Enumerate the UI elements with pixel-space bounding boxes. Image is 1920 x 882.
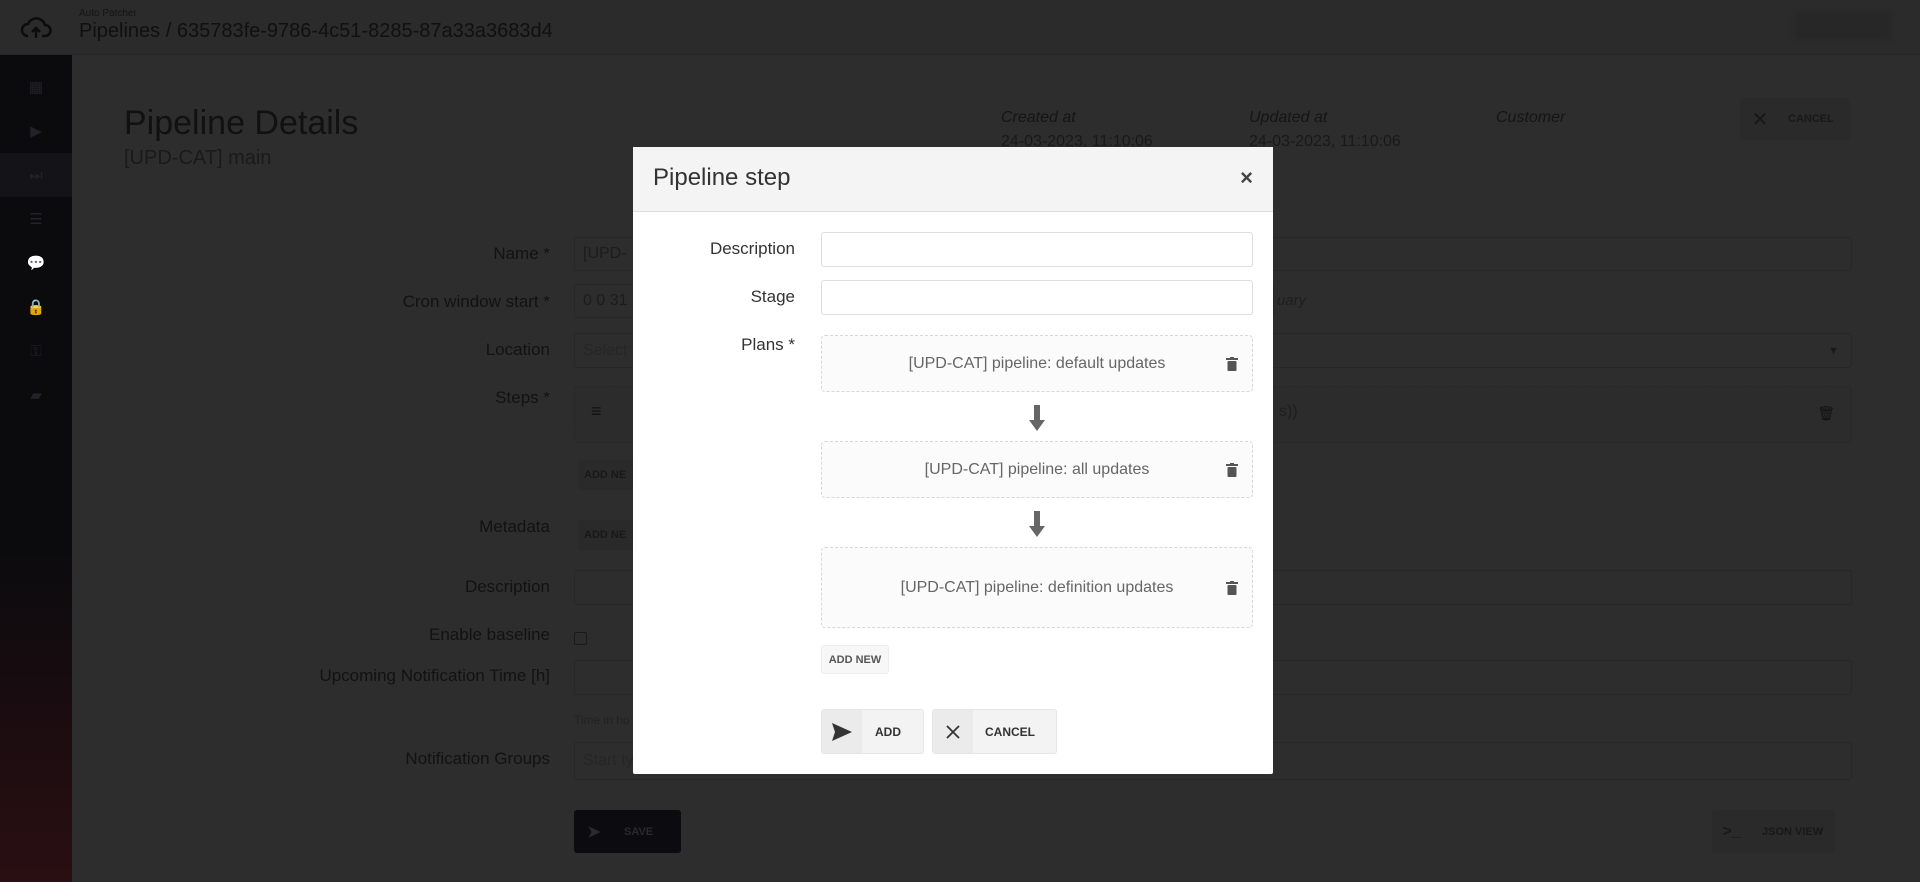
stage-input[interactable] (821, 280, 1253, 315)
json-view-button[interactable]: >_ JSON VIEW (1712, 810, 1835, 853)
cloud-upload-icon[interactable] (20, 14, 52, 40)
stage-label: Stage (750, 287, 795, 306)
sidebar-item-key[interactable]: ⚿ (0, 329, 72, 373)
steps-label: Steps * (495, 388, 550, 407)
groups-label: Notification Groups (405, 749, 550, 768)
baseline-checkbox[interactable] (574, 632, 587, 645)
updated-at-label: Updated at (1249, 109, 1328, 126)
page-subtitle: [UPD-CAT] main (124, 147, 272, 169)
user-menu-button[interactable] (1795, 12, 1890, 40)
json-view-label: JSON VIEW (1762, 825, 1824, 838)
plan-item[interactable]: [UPD-CAT] pipeline: all updates (821, 441, 1253, 498)
calendar-icon: ▦ (28, 79, 44, 96)
plans-label: Plans * (741, 335, 795, 354)
page-cancel-button[interactable]: ✕ CANCEL (1740, 98, 1850, 140)
created-at-label: Created at (1001, 109, 1076, 126)
upcoming-label: Upcoming Notification Time [h] (319, 666, 550, 685)
pipeline-step-modal: Pipeline step × Description Stage Plans … (633, 147, 1273, 774)
location-label: Location (485, 340, 550, 359)
step-forward-icon: ⏭ (29, 166, 43, 184)
arrow-down-icon (1029, 405, 1045, 431)
terminal-icon: >_ (1722, 822, 1742, 841)
book-icon: ▰ (30, 387, 42, 404)
drag-handle-icon[interactable]: ≡ (591, 401, 602, 422)
app-name: Auto Patcher (79, 8, 137, 19)
key-icon: ⚿ (30, 342, 42, 360)
plan-name: [UPD-CAT] pipeline: definition updates (900, 578, 1174, 596)
lock-icon: 🔒 (26, 299, 46, 316)
list-icon: ☰ (29, 211, 43, 228)
sidebar-item-lock[interactable]: 🔒 (0, 285, 72, 329)
play-icon: ▶ (30, 123, 42, 140)
arrow-down-icon (1029, 511, 1045, 537)
cancel-button[interactable]: CANCEL (932, 709, 1057, 754)
customer-label: Customer (1496, 109, 1566, 126)
add-new-plan-button[interactable]: ADD NEW (821, 645, 889, 674)
trash-icon[interactable] (1226, 580, 1238, 595)
sidebar-item-list[interactable]: ☰ (0, 197, 72, 241)
sidebar-item-calendar[interactable]: ▦ (0, 65, 72, 109)
trash-icon[interactable]: 🗑 (1817, 405, 1835, 422)
sidebar-item-pipelines[interactable]: ⏭ (0, 153, 72, 197)
plan-item[interactable]: [UPD-CAT] pipeline: definition updates (821, 547, 1253, 628)
save-label: SAVE (624, 825, 654, 838)
cancel-label: CANCEL (1788, 113, 1834, 125)
add-button[interactable]: ADD (821, 709, 924, 754)
modal-header: Pipeline step × (633, 147, 1273, 212)
cron-hint: uary (1277, 292, 1307, 309)
close-icon[interactable]: × (1240, 165, 1253, 191)
cancel-label: CANCEL (985, 724, 1035, 739)
metadata-label: Metadata (479, 517, 550, 536)
trash-icon[interactable] (1226, 356, 1238, 371)
trash-icon[interactable] (1226, 462, 1238, 477)
page-title: Pipeline Details (124, 104, 359, 142)
sidebar-item-play[interactable]: ▶ (0, 109, 72, 153)
baseline-label: Enable baseline (429, 625, 550, 644)
add-label: ADD (875, 724, 901, 739)
upcoming-hint: Time in ho (574, 713, 630, 727)
plan-name: [UPD-CAT] pipeline: all updates (924, 460, 1150, 478)
sidebar: ▦ ▶ ⏭ ☰ 💬 🔒 ⚿ ▰ (0, 55, 72, 882)
save-button[interactable]: ➤ SAVE (574, 810, 681, 853)
modal-title: Pipeline step (653, 164, 791, 191)
cron-label: Cron window start * (402, 292, 550, 311)
sidebar-item-comments[interactable]: 💬 (0, 241, 72, 285)
description-input[interactable] (821, 232, 1253, 267)
plan-item[interactable]: [UPD-CAT] pipeline: default updates (821, 335, 1253, 392)
caret-down-icon: ▼ (1828, 344, 1839, 357)
app-header: Auto Patcher Pipelines / 635783fe-9786-4… (0, 0, 1920, 55)
name-label: Name * (493, 244, 550, 263)
close-icon: ✕ (1751, 108, 1769, 131)
location-placeholder: Select (583, 341, 628, 359)
close-icon (933, 710, 973, 753)
sidebar-item-book[interactable]: ▰ (0, 373, 72, 417)
step-text: s)) (1279, 403, 1298, 420)
description-label: Description (709, 239, 795, 258)
plan-name: [UPD-CAT] pipeline: default updates (908, 354, 1166, 372)
comments-icon: 💬 (26, 255, 46, 272)
description-label: Description (464, 577, 550, 596)
send-icon: ➤ (587, 823, 601, 841)
send-icon (822, 710, 862, 753)
breadcrumb[interactable]: Pipelines / 635783fe-9786-4c51-8285-87a3… (79, 20, 553, 43)
